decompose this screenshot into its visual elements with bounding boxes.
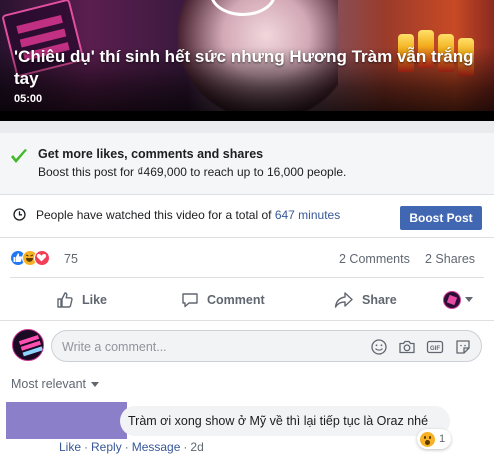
redacted-commenter-area xyxy=(6,402,127,439)
separator-dot: · xyxy=(124,440,129,454)
watch-time-minutes-link[interactable]: 647 minutes xyxy=(275,208,340,222)
comment-timestamp[interactable]: 2d xyxy=(190,440,203,454)
comment-message-link[interactable]: Message xyxy=(132,440,181,454)
sort-label: Most relevant xyxy=(11,377,87,391)
comment-bubble: Tràm ơi xong show ở Mỹ về thì lại tiếp t… xyxy=(120,406,450,436)
boost-headline: Get more likes, comments and shares xyxy=(38,147,264,161)
share-arrow-icon xyxy=(334,292,353,308)
emoji-icon[interactable] xyxy=(370,338,388,356)
speech-bubble-icon xyxy=(182,293,198,308)
page-avatar xyxy=(443,291,461,309)
post-as-page-selector[interactable] xyxy=(443,291,477,309)
comment-actions: Like · Reply · Message · 2d xyxy=(59,440,204,454)
reaction-count[interactable]: 75 xyxy=(64,252,78,266)
share-label: Share xyxy=(362,293,397,307)
boost-post-button[interactable]: Boost Post xyxy=(400,206,482,230)
share-button[interactable]: Share xyxy=(334,288,397,312)
wow-reaction-icon xyxy=(420,431,435,447)
camera-icon[interactable] xyxy=(398,338,416,356)
comment-composer[interactable]: GIF xyxy=(51,330,482,362)
comment-button[interactable]: Comment xyxy=(181,288,265,312)
separator-dot: · xyxy=(183,440,188,454)
video-title: 'Chiêu dụ' thí sinh hết sức nhưng Hương … xyxy=(14,47,474,88)
comment-reaction-summary[interactable]: 1 xyxy=(417,429,452,449)
boost-suggestion-banner: Get more likes, comments and shares Boos… xyxy=(0,133,494,195)
boost-subtext: Boost this post for ₫469,000 to reach up… xyxy=(38,165,347,179)
chevron-down-icon xyxy=(91,381,100,387)
video-thumbnail[interactable]: 'Chiêu dụ' thí sinh hết sức nhưng Hương … xyxy=(0,0,494,121)
like-label: Like xyxy=(82,293,108,307)
watch-time-text: People have watched this video for a tot… xyxy=(36,208,340,222)
divider xyxy=(10,277,484,278)
video-bottom-bar xyxy=(0,111,494,121)
section-divider xyxy=(0,121,494,133)
video-duration: 05:00 xyxy=(14,93,43,105)
like-button[interactable]: Like xyxy=(56,288,107,312)
checkmark-icon xyxy=(11,149,27,163)
comment-input[interactable] xyxy=(62,337,362,357)
separator-dot: · xyxy=(84,440,89,454)
comment-sort-dropdown[interactable]: Most relevant xyxy=(11,377,100,391)
svg-text:GIF: GIF xyxy=(430,346,440,352)
watch-time-label: People have watched this video for a tot… xyxy=(36,208,275,222)
divider xyxy=(0,320,494,321)
thumbs-up-icon xyxy=(57,292,73,308)
sticker-icon[interactable] xyxy=(454,338,472,356)
comment-like-link[interactable]: Like xyxy=(59,440,81,454)
comments-count-link[interactable]: 2 Comments xyxy=(339,252,410,266)
comment-label: Comment xyxy=(207,293,265,307)
gif-icon[interactable]: GIF xyxy=(426,338,444,356)
love-reaction-icon xyxy=(34,250,50,266)
clock-icon xyxy=(13,208,26,221)
chevron-down-icon xyxy=(465,297,473,302)
comment-reaction-count: 1 xyxy=(439,433,446,445)
commenter-avatar[interactable] xyxy=(12,329,44,361)
comment-text: Tràm ơi xong show ở Mỹ về thì lại tiếp t… xyxy=(128,414,429,428)
shares-count-link[interactable]: 2 Shares xyxy=(425,252,475,266)
comment-reply-link[interactable]: Reply xyxy=(91,440,122,454)
